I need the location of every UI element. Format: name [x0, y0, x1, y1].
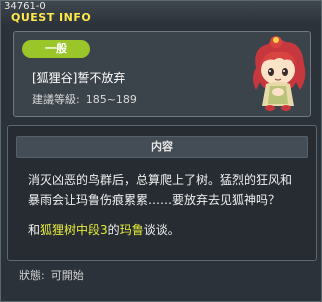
quest-content-panel: 内容 消灭凶恶的鸟群后，总算爬上了树。猛烈的狂风和 暴雨会让玛鲁伤痕累累……要放…	[7, 125, 317, 261]
title-bar[interactable]: 34761-0 QUEST INFO	[1, 1, 321, 25]
quest-status: 狀態: 可開始	[19, 269, 84, 283]
objective-prefix: 和	[28, 223, 41, 237]
quest-name: [狐狸谷]誓不放弃	[32, 71, 126, 85]
quest-header-panel: 一般 [狐狸谷]誓不放弃 建議等級: 185~189	[13, 31, 311, 117]
level-label: 建議等級:	[32, 93, 80, 106]
category-badge: 一般	[22, 40, 90, 58]
recommended-level: 建議等級: 185~189	[32, 92, 137, 107]
section-title: 内容	[16, 136, 308, 158]
quest-objective: 和狐狸树中段3的玛鲁谈谈。	[28, 222, 180, 238]
window-title: QUEST INFO	[11, 11, 92, 24]
npc-portrait-icon	[253, 36, 306, 111]
description-line-2: 暴雨会让玛鲁伤痕累累……要放弃去见狐神吗？	[28, 193, 281, 207]
quest-info-window: 34761-0 QUEST INFO 一般 [狐狸谷]誓不放弃 建議等級: 185…	[0, 0, 322, 302]
description-line-1: 消灭凶恶的鸟群后，总算爬上了树。猛烈的狂风和	[28, 173, 293, 187]
status-value: 可開始	[50, 269, 84, 282]
quest-description: 消灭凶恶的鸟群后，总算爬上了树。猛烈的狂风和 暴雨会让玛鲁伤痕累累……要放弃去见…	[28, 170, 306, 210]
objective-suffix: 谈谈。	[143, 223, 180, 237]
status-label: 狀態:	[19, 269, 45, 282]
objective-number: 3	[100, 223, 108, 237]
level-range: 185~189	[85, 93, 137, 106]
objective-npc: 玛鲁	[119, 223, 144, 237]
objective-place: 狐狸树中段	[40, 223, 101, 237]
objective-of: 的	[107, 223, 120, 237]
